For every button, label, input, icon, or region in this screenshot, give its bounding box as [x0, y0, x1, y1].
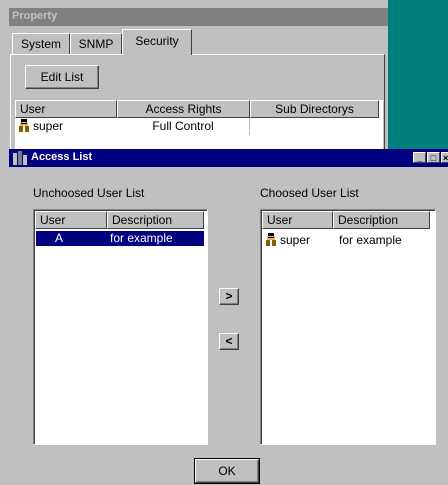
- ok-label: OK: [218, 464, 236, 478]
- column-header-access-rights[interactable]: Access Rights: [117, 100, 250, 118]
- table-cell-access-label: Full Control: [152, 119, 214, 133]
- maximize-icon: □: [430, 153, 437, 163]
- edit-list-label: Edit List: [40, 70, 84, 84]
- user-icon: [17, 119, 31, 132]
- tab-security[interactable]: Security: [122, 29, 192, 55]
- unchoosed-header-user[interactable]: User: [35, 211, 107, 229]
- property-title: Property: [12, 10, 58, 22]
- unchoosed-user-list[interactable]: User Description A for example: [33, 209, 208, 445]
- choosed-header-user[interactable]: User: [262, 211, 333, 229]
- list-item[interactable]: A for example: [36, 231, 204, 246]
- table-row[interactable]: super Full Control: [15, 118, 379, 135]
- move-right-button[interactable]: >: [219, 288, 239, 305]
- column-header-user-label: User: [20, 102, 46, 116]
- user-icon: [264, 233, 278, 246]
- tab-snmp[interactable]: SNMP: [70, 33, 122, 54]
- column-header-sub-directorys-label: Sub Directorys: [275, 102, 354, 116]
- ok-button[interactable]: OK: [194, 458, 260, 484]
- column-header-user[interactable]: User: [15, 100, 117, 118]
- access-list-title-bar[interactable]: Access List _ □ ×: [9, 149, 448, 167]
- unchoosed-header-user-label: User: [40, 213, 66, 227]
- list-item[interactable]: super for example: [264, 232, 432, 248]
- table-cell-user: super: [17, 118, 117, 135]
- tab-security-label: Security: [135, 34, 179, 48]
- choosed-header-user-label: User: [267, 213, 293, 227]
- choosed-header-description-label: Description: [338, 213, 399, 227]
- property-window: Property System SNMP Security Edit List …: [9, 8, 388, 154]
- edit-list-button[interactable]: Edit List: [25, 65, 99, 89]
- move-left-button[interactable]: <: [219, 333, 239, 350]
- table-cell-sub: [250, 118, 379, 135]
- maximize-button[interactable]: □: [427, 152, 440, 163]
- unchoosed-header-description-label: Description: [112, 213, 173, 227]
- minimize-button[interactable]: _: [413, 152, 426, 163]
- close-button[interactable]: ×: [441, 152, 448, 163]
- access-list-title: Access List: [31, 151, 93, 163]
- move-right-icon: >: [225, 289, 233, 303]
- choosed-header-description[interactable]: Description: [333, 211, 430, 229]
- tab-system[interactable]: System: [12, 33, 70, 54]
- move-left-icon: <: [225, 334, 233, 348]
- close-icon: ×: [443, 153, 448, 163]
- choosed-user-list[interactable]: User Description super for example: [260, 209, 436, 445]
- unchoosed-user-list-label: Unchoosed User List: [33, 186, 145, 200]
- property-title-bar[interactable]: Property: [9, 8, 388, 26]
- tab-system-label: System: [20, 37, 61, 51]
- dialog-app-icon: [12, 151, 28, 165]
- minimize-icon: _: [416, 153, 422, 163]
- list-item-description: for example: [339, 233, 402, 247]
- column-header-access-rights-label: Access Rights: [145, 102, 222, 116]
- list-item-user: super: [280, 233, 311, 247]
- column-header-sub-directorys[interactable]: Sub Directorys: [250, 100, 379, 118]
- choosed-user-list-label: Choosed User List: [260, 186, 359, 200]
- list-item-description: for example: [110, 231, 173, 245]
- access-list-dialog: Access List _ □ × Unchoosed User List Us…: [9, 149, 448, 485]
- list-item-user: A: [55, 231, 64, 245]
- tab-snmp-label: SNMP: [78, 37, 114, 51]
- access-rights-table[interactable]: User Access Rights Sub Directorys super …: [15, 100, 383, 153]
- unchoosed-header-description[interactable]: Description: [107, 211, 204, 229]
- table-cell-user-label: super: [33, 119, 64, 133]
- table-cell-access: Full Control: [117, 118, 250, 135]
